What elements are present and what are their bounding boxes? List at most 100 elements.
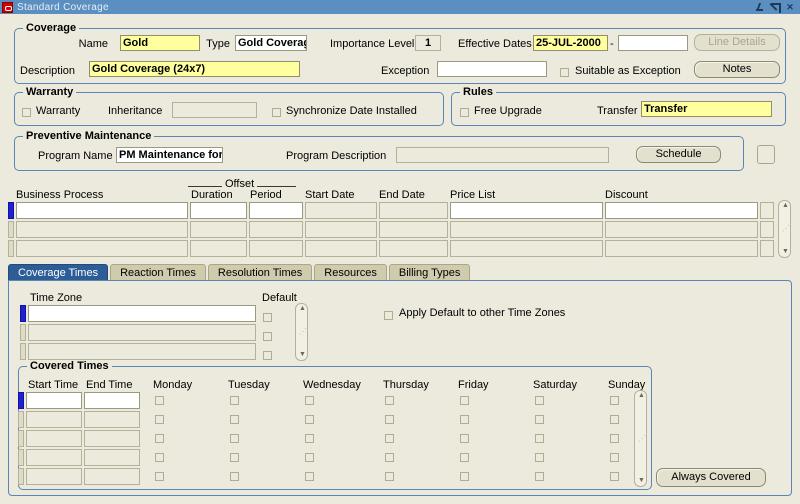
name-field[interactable]: Gold <box>120 35 200 51</box>
scroll-up-icon[interactable]: ▲ <box>298 305 307 313</box>
row-selector[interactable] <box>8 221 14 238</box>
cell-duration[interactable] <box>190 221 247 238</box>
row-selector[interactable] <box>8 202 14 219</box>
row-selector[interactable] <box>20 324 26 341</box>
time-zone-default-box[interactable] <box>263 313 272 323</box>
effective-date-from-field[interactable]: 25-JUL-2000 <box>533 35 608 51</box>
apply-default-box[interactable] <box>384 311 393 321</box>
program-description-field[interactable] <box>396 147 609 163</box>
cell-discount[interactable] <box>605 202 758 219</box>
covered-times-scrollbar[interactable]: ▲ ⋰ ▼ <box>634 390 647 487</box>
cell-end-time[interactable] <box>84 449 140 466</box>
checkbox-monday[interactable] <box>155 434 164 443</box>
checkbox-wednesday[interactable] <box>305 472 314 481</box>
cell-extra[interactable] <box>760 202 774 219</box>
cell-discount[interactable] <box>605 221 758 238</box>
cell-duration[interactable] <box>190 240 247 257</box>
checkbox-thursday[interactable] <box>385 415 394 424</box>
scroll-down-icon[interactable]: ▼ <box>781 248 790 256</box>
checkbox-saturday[interactable] <box>535 396 544 405</box>
cell-end-date[interactable] <box>379 240 448 257</box>
checkbox-sunday[interactable] <box>610 415 619 424</box>
warranty-checkbox[interactable] <box>22 104 31 122</box>
cell-end-time[interactable] <box>84 411 140 428</box>
scrollbar-thumb[interactable]: ⋰ <box>638 434 646 444</box>
checkbox-tuesday[interactable] <box>230 396 239 405</box>
importance-level-field[interactable]: 1 <box>415 35 441 51</box>
tab-reaction-times[interactable]: Reaction Times <box>110 264 206 281</box>
suitable-as-exception-checkbox[interactable] <box>560 64 569 82</box>
cell-time-zone[interactable] <box>28 305 256 322</box>
cell-start-date[interactable] <box>305 240 377 257</box>
program-name-field[interactable]: PM Maintenance for <box>116 147 223 163</box>
checkbox-monday[interactable] <box>155 396 164 405</box>
synchronize-date-installed-checkbox[interactable] <box>272 104 281 122</box>
apply-default-checkbox[interactable] <box>384 307 393 325</box>
minimize-icon[interactable] <box>755 2 765 12</box>
checkbox-wednesday[interactable] <box>305 453 314 462</box>
synchronize-date-installed-box[interactable] <box>272 108 281 118</box>
checkbox-sunday[interactable] <box>610 453 619 462</box>
cell-price-list[interactable] <box>450 240 603 257</box>
checkbox-thursday[interactable] <box>385 434 394 443</box>
checkbox-monday[interactable] <box>155 415 164 424</box>
row-selector[interactable] <box>8 240 14 257</box>
maximize-icon[interactable] <box>770 2 781 13</box>
business-process-scrollbar[interactable]: ▲ ⋰ ▼ <box>778 200 791 258</box>
schedule-button[interactable]: Schedule <box>636 146 721 163</box>
pm-expand-button[interactable] <box>757 145 775 164</box>
row-selector[interactable] <box>18 392 24 409</box>
scrollbar-thumb[interactable]: ⋰ <box>782 224 790 234</box>
cell-business-process[interactable] <box>16 240 188 257</box>
inheritance-field[interactable] <box>172 102 257 118</box>
row-selector[interactable] <box>18 411 24 428</box>
exception-field[interactable] <box>437 61 547 77</box>
checkbox-tuesday[interactable] <box>230 472 239 481</box>
checkbox-thursday[interactable] <box>385 396 394 405</box>
tab-resources[interactable]: Resources <box>314 264 387 281</box>
checkbox-friday[interactable] <box>460 472 469 481</box>
row-selector[interactable] <box>18 468 24 485</box>
time-zone-scrollbar[interactable]: ▲ ⋰ ▼ <box>295 303 308 361</box>
row-selector[interactable] <box>20 305 26 322</box>
free-upgrade-box[interactable] <box>460 108 469 118</box>
checkbox-wednesday[interactable] <box>305 434 314 443</box>
cell-end-date[interactable] <box>379 202 448 219</box>
row-selector[interactable] <box>18 430 24 447</box>
close-icon[interactable]: ✕ <box>785 2 795 12</box>
cell-start-time[interactable] <box>26 468 82 485</box>
cell-period[interactable] <box>249 240 303 257</box>
checkbox-monday[interactable] <box>155 472 164 481</box>
cell-start-date[interactable] <box>305 202 377 219</box>
row-selector[interactable] <box>18 449 24 466</box>
time-zone-default-checkbox[interactable] <box>263 328 272 346</box>
cell-business-process[interactable] <box>16 202 188 219</box>
checkbox-thursday[interactable] <box>385 472 394 481</box>
notes-button[interactable]: Notes <box>694 61 780 78</box>
cell-period[interactable] <box>249 221 303 238</box>
time-zone-default-checkbox[interactable] <box>263 309 272 327</box>
checkbox-saturday[interactable] <box>535 472 544 481</box>
cell-end-time[interactable] <box>84 430 140 447</box>
cell-start-time[interactable] <box>26 392 82 409</box>
checkbox-wednesday[interactable] <box>305 396 314 405</box>
cell-start-time[interactable] <box>26 411 82 428</box>
checkbox-friday[interactable] <box>460 415 469 424</box>
time-zone-default-checkbox[interactable] <box>263 347 272 365</box>
scroll-up-icon[interactable]: ▲ <box>637 392 646 400</box>
cell-start-time[interactable] <box>26 430 82 447</box>
cell-end-date[interactable] <box>379 221 448 238</box>
description-field[interactable]: Gold Coverage (24x7) <box>89 61 300 77</box>
checkbox-monday[interactable] <box>155 453 164 462</box>
warranty-box[interactable] <box>22 108 31 118</box>
checkbox-sunday[interactable] <box>610 472 619 481</box>
cell-price-list[interactable] <box>450 202 603 219</box>
suitable-as-exception-box[interactable] <box>560 68 569 78</box>
checkbox-sunday[interactable] <box>610 396 619 405</box>
cell-time-zone[interactable] <box>28 343 256 360</box>
checkbox-tuesday[interactable] <box>230 453 239 462</box>
checkbox-friday[interactable] <box>460 396 469 405</box>
time-zone-default-box[interactable] <box>263 351 272 361</box>
checkbox-thursday[interactable] <box>385 453 394 462</box>
checkbox-friday[interactable] <box>460 453 469 462</box>
